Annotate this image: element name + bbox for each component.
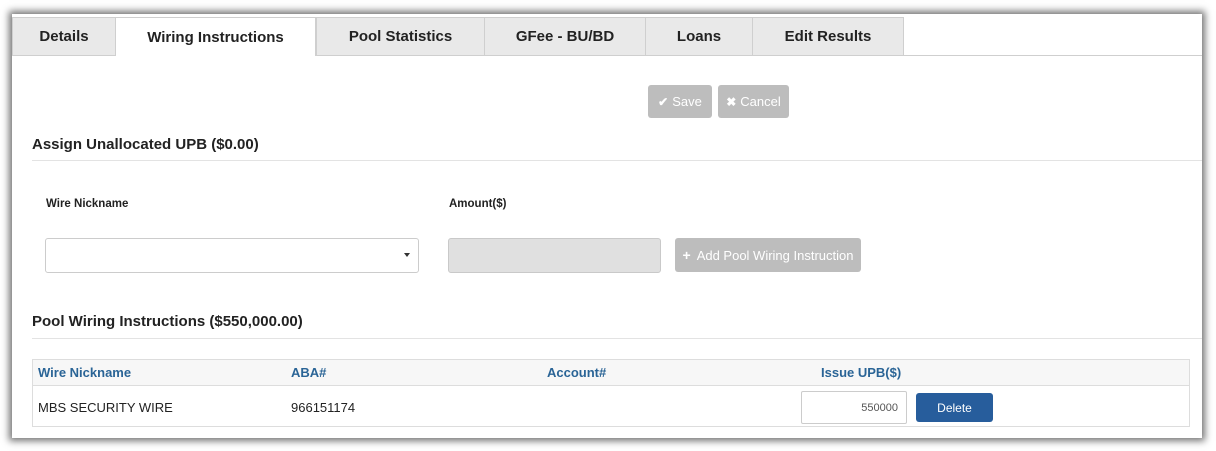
- tab-label: Edit Results: [784, 28, 872, 45]
- tab-label: Pool Statistics: [348, 28, 453, 45]
- assign-section-title: Assign Unallocated UPB ($0.00): [32, 136, 259, 153]
- amount-input[interactable]: [448, 238, 661, 273]
- pool-section-title: Pool Wiring Instructions ($550,000.00): [32, 313, 303, 330]
- close-icon: ✖: [726, 94, 737, 109]
- plus-icon: +: [682, 247, 691, 263]
- amount-label: Amount($): [449, 198, 507, 210]
- tab-label: GFee - BU/BD: [515, 28, 615, 45]
- tab-label: Details: [39, 28, 89, 45]
- cancel-button[interactable]: ✖ Cancel: [718, 85, 789, 118]
- app-frame: Details Wiring Instructions Pool Statist…: [12, 14, 1202, 438]
- table-header: Wire Nickname ABA# Account# Issue UPB($): [33, 360, 1189, 386]
- column-header-issue-upb[interactable]: Issue UPB($): [821, 365, 901, 380]
- add-button-label: Add Pool Wiring Instruction: [696, 247, 854, 263]
- column-header-aba[interactable]: ABA#: [291, 365, 326, 380]
- tab-label: Loans: [676, 28, 722, 45]
- issue-upb-value: 550000: [861, 401, 898, 414]
- save-button[interactable]: ✔ Save: [648, 85, 712, 118]
- tab-bar: Details Wiring Instructions Pool Statist…: [12, 14, 1202, 56]
- checkmark-icon: ✔: [658, 94, 669, 109]
- tab-label: Wiring Instructions: [147, 28, 284, 46]
- tab-pool-statistics[interactable]: Pool Statistics: [316, 17, 485, 55]
- section-divider: [32, 338, 1202, 339]
- column-header-account[interactable]: Account#: [547, 365, 606, 380]
- tab-gfee[interactable]: GFee - BU/BD: [484, 17, 646, 55]
- issue-upb-input[interactable]: 550000: [801, 391, 907, 424]
- add-pool-wiring-instruction-button[interactable]: + Add Pool Wiring Instruction: [675, 238, 861, 272]
- delete-button[interactable]: Delete: [916, 393, 993, 422]
- tab-details[interactable]: Details: [12, 17, 116, 55]
- delete-button-label: Delete: [937, 400, 972, 415]
- section-divider: [32, 160, 1202, 161]
- tab-wiring-instructions[interactable]: Wiring Instructions: [115, 17, 316, 56]
- column-header-wire-nickname[interactable]: Wire Nickname: [38, 365, 131, 380]
- pool-wiring-table: Wire Nickname ABA# Account# Issue UPB($)…: [32, 359, 1190, 427]
- tab-edit-results[interactable]: Edit Results: [752, 17, 904, 55]
- chevron-down-icon: [404, 253, 410, 257]
- wire-nickname-select[interactable]: [45, 238, 419, 273]
- tab-loans[interactable]: Loans: [645, 17, 753, 55]
- cell-aba: 966151174: [291, 400, 356, 415]
- cell-wire-nickname: MBS SECURITY WIRE: [38, 400, 173, 415]
- cancel-button-label: Cancel: [740, 94, 781, 109]
- save-button-label: Save: [672, 94, 702, 109]
- wire-nickname-label: Wire Nickname: [46, 198, 129, 210]
